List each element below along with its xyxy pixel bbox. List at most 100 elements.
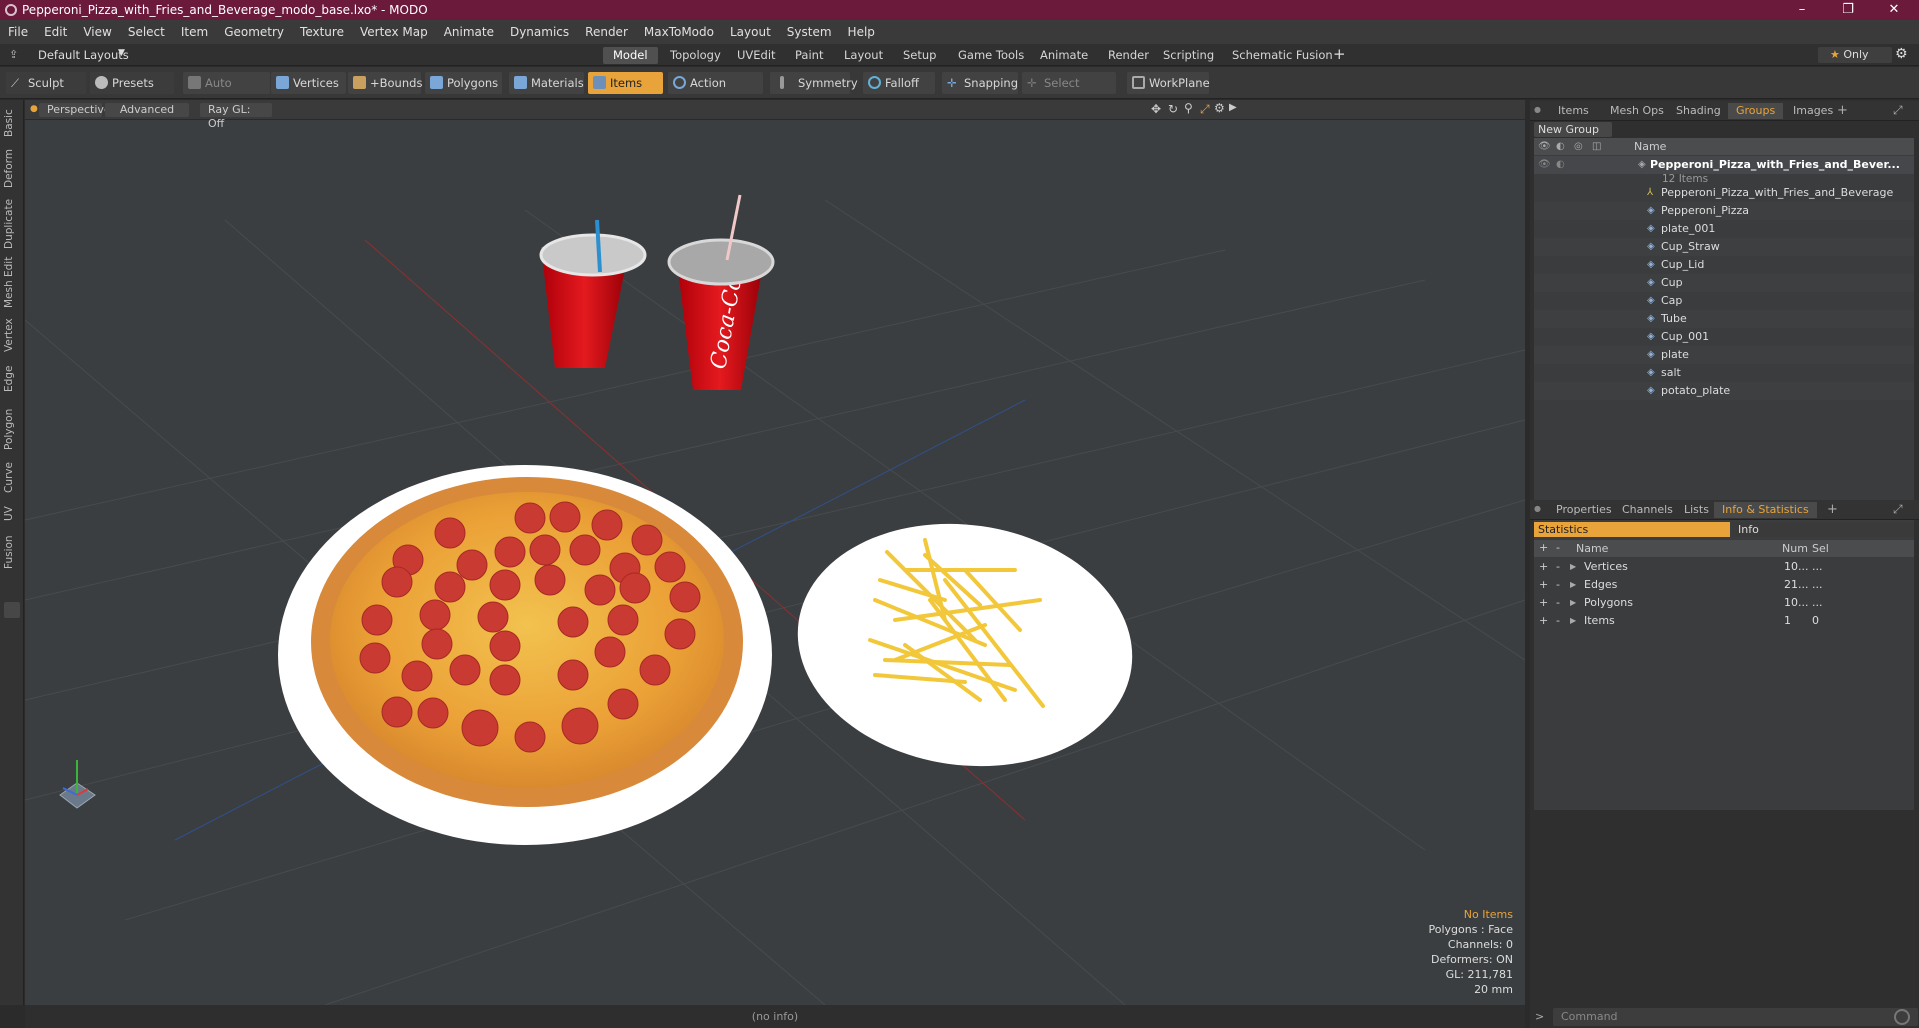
add-panel-tab-icon[interactable]: + bbox=[1837, 103, 1848, 118]
stats-row[interactable]: + - ▶ Items 1 0 bbox=[1534, 612, 1914, 630]
presets-button[interactable]: Presets F6 bbox=[90, 72, 174, 112]
menu-file[interactable]: File bbox=[0, 25, 36, 39]
minimize-icon[interactable]: – bbox=[1779, 0, 1825, 20]
action-center-button[interactable]: Action Center bbox=[668, 72, 763, 112]
tab-info-statistics[interactable]: Info & Statistics bbox=[1714, 502, 1817, 518]
row-collapse-icon[interactable]: - bbox=[1556, 576, 1560, 594]
stats-panel-menu-icon[interactable]: ● bbox=[1534, 504, 1541, 513]
panel-menu-icon[interactable]: ● bbox=[1534, 105, 1541, 114]
only-toggle[interactable]: ★ Only bbox=[1818, 47, 1892, 63]
tab-groups[interactable]: Groups bbox=[1728, 103, 1784, 119]
move-view-icon[interactable]: ✥ bbox=[1151, 102, 1161, 116]
row-expand-icon[interactable]: + bbox=[1539, 594, 1548, 612]
menu-maxtomodo[interactable]: MaxToModo bbox=[636, 25, 722, 39]
falloff-button[interactable]: Falloff bbox=[863, 72, 935, 94]
group-item-row[interactable]: ◈ plate_001 bbox=[1534, 220, 1914, 238]
auto-select-button[interactable]: Auto Select bbox=[183, 72, 270, 112]
workplane-button[interactable]: WorkPlane bbox=[1127, 72, 1210, 94]
group-item-row[interactable]: ◈ Cup_Lid bbox=[1534, 256, 1914, 274]
vtab-curve[interactable]: Curve bbox=[3, 460, 21, 496]
vtab-vertex[interactable]: Vertex bbox=[3, 314, 21, 356]
new-group-button[interactable]: New Group bbox=[1534, 122, 1612, 137]
row-collapse-icon[interactable]: - bbox=[1556, 612, 1560, 630]
tab-model[interactable]: Model bbox=[603, 47, 658, 64]
polygons-button[interactable]: Polygons bbox=[425, 72, 502, 94]
viewport-menu-icon[interactable]: ● bbox=[30, 104, 38, 114]
tab-items[interactable]: Items bbox=[1550, 103, 1597, 119]
raygl-toggle[interactable]: Ray GL: Off bbox=[200, 103, 272, 130]
maximize-stats-icon[interactable]: ⤢ bbox=[1893, 502, 1903, 517]
root-visibility-icon[interactable]: 👁 bbox=[1538, 156, 1551, 174]
stats-num-header[interactable]: Num bbox=[1782, 542, 1808, 555]
add-tab-icon[interactable]: + bbox=[1333, 45, 1346, 63]
materials-button[interactable]: Materials bbox=[509, 72, 584, 94]
menu-select[interactable]: Select bbox=[120, 25, 173, 39]
expand-all-icon[interactable]: + bbox=[1539, 541, 1548, 554]
symmetry-button[interactable]: Symmetry bbox=[770, 72, 858, 94]
record-icon[interactable] bbox=[1894, 1009, 1910, 1025]
add-stats-tab-icon[interactable]: + bbox=[1827, 502, 1838, 517]
tab-uvedit[interactable]: UVEdit bbox=[727, 47, 786, 64]
menu-texture[interactable]: Texture bbox=[292, 25, 352, 39]
row-collapse-icon[interactable]: - bbox=[1556, 594, 1560, 612]
row-arrow-icon[interactable]: ▶ bbox=[1570, 594, 1576, 612]
row-arrow-icon[interactable]: ▶ bbox=[1570, 558, 1576, 576]
vtab-uv[interactable]: UV bbox=[3, 502, 21, 526]
vtab-mesh-edit[interactable]: Mesh Edit bbox=[3, 256, 21, 308]
group-item-row[interactable]: ◈ Cup_Straw bbox=[1534, 238, 1914, 256]
group-item-row[interactable]: ◈ Cup bbox=[1534, 274, 1914, 292]
sculpt-button[interactable]: ⟋ Sculpt bbox=[6, 72, 86, 94]
tab-render[interactable]: Render bbox=[1098, 47, 1159, 64]
select-through-button[interactable]: ✛Select Through bbox=[1022, 72, 1116, 112]
command-input[interactable]: Command bbox=[1553, 1008, 1918, 1026]
zoom-view-icon[interactable]: ⚲ bbox=[1184, 101, 1193, 115]
layout-arrow-icon[interactable]: ⇪ bbox=[9, 48, 18, 61]
vtab-fusion[interactable]: Fusion bbox=[3, 532, 21, 572]
vertices-button[interactable]: Vertices bbox=[271, 72, 346, 94]
viewport-settings-icon[interactable]: ⚙ bbox=[1214, 101, 1225, 115]
tab-layout[interactable]: Layout bbox=[834, 47, 893, 64]
menu-layout[interactable]: Layout bbox=[722, 25, 779, 39]
row-arrow-icon[interactable]: ▶ bbox=[1570, 576, 1576, 594]
viewport-more-icon[interactable]: ▶ bbox=[1229, 102, 1237, 113]
row-collapse-icon[interactable]: - bbox=[1556, 558, 1560, 576]
group-item-row[interactable]: ◈ salt bbox=[1534, 364, 1914, 382]
tab-channels[interactable]: Channels bbox=[1614, 502, 1681, 518]
shading-advanced-dropdown[interactable]: Advanced bbox=[105, 103, 189, 117]
stats-row[interactable]: + - ▶ Vertices 10...... bbox=[1534, 558, 1914, 576]
expand-toggle[interactable] bbox=[4, 602, 20, 618]
stats-name-header[interactable]: Name bbox=[1576, 542, 1608, 555]
group-item-row[interactable]: ◈ potato_plate bbox=[1534, 382, 1914, 400]
group-item-row[interactable]: ◈ plate bbox=[1534, 346, 1914, 364]
tab-scripting[interactable]: Scripting bbox=[1153, 47, 1224, 64]
row-expand-icon[interactable]: + bbox=[1539, 612, 1548, 630]
tab-properties[interactable]: Properties bbox=[1548, 502, 1620, 518]
menu-help[interactable]: Help bbox=[840, 25, 883, 39]
vtab-duplicate[interactable]: Duplicate bbox=[3, 196, 21, 252]
stats-row[interactable]: + - ▶ Polygons 10...... bbox=[1534, 594, 1914, 612]
tab-statistics[interactable]: Statistics bbox=[1534, 522, 1730, 537]
vtab-deform[interactable]: Deform bbox=[3, 146, 21, 190]
root-render-icon[interactable]: ◐ bbox=[1556, 156, 1565, 174]
items-button[interactable]: Items bbox=[588, 72, 663, 94]
group-item-row[interactable]: ⅄ Pepperoni_Pizza_with_Fries_and_Beverage bbox=[1534, 184, 1914, 202]
vtab-edge[interactable]: Edge bbox=[3, 362, 21, 396]
group-item-row[interactable]: ◈ Cap bbox=[1534, 292, 1914, 310]
bounds-button[interactable]: +Bounds bbox=[348, 72, 422, 94]
view-perspective-dropdown[interactable]: Perspective bbox=[39, 103, 111, 117]
tab-lists[interactable]: Lists bbox=[1676, 502, 1717, 518]
snapping-button[interactable]: ✛ Snapping bbox=[942, 72, 1018, 94]
tab-images[interactable]: Images bbox=[1785, 103, 1841, 119]
menu-view[interactable]: View bbox=[75, 25, 119, 39]
menu-edit[interactable]: Edit bbox=[36, 25, 75, 39]
menu-vertex-map[interactable]: Vertex Map bbox=[352, 25, 436, 39]
menu-render[interactable]: Render bbox=[577, 25, 636, 39]
tab-topology[interactable]: Topology bbox=[660, 47, 731, 64]
group-item-row[interactable]: ◈ Cup_001 bbox=[1534, 328, 1914, 346]
gear-icon[interactable]: ⚙ bbox=[1895, 46, 1908, 62]
group-item-row[interactable]: ◈ Pepperoni_Pizza bbox=[1534, 202, 1914, 220]
menu-system[interactable]: System bbox=[779, 25, 840, 39]
row-arrow-icon[interactable]: ▶ bbox=[1570, 612, 1576, 630]
name-column-header[interactable]: Name bbox=[1634, 138, 1666, 155]
tab-shading[interactable]: Shading bbox=[1668, 103, 1729, 119]
